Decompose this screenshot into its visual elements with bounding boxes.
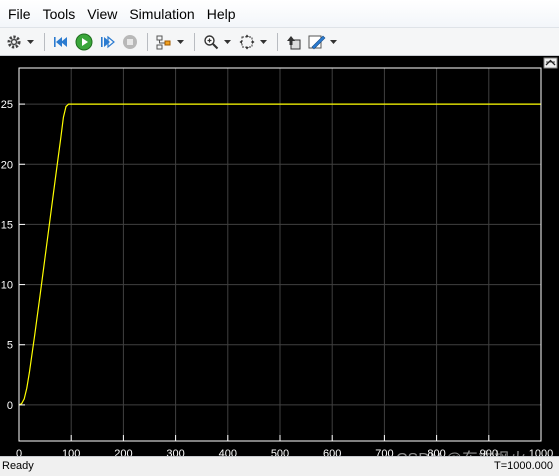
status-text: Ready <box>2 460 34 472</box>
step-forward-icon[interactable] <box>96 31 118 53</box>
style-dropdown-icon[interactable] <box>329 39 338 44</box>
menu-bar: File Tools View Simulation Help <box>0 0 559 28</box>
gear-dropdown-icon[interactable] <box>26 39 35 44</box>
zoom-icon[interactable] <box>200 31 222 53</box>
toolbar-separator <box>44 32 45 51</box>
y-tick-label: 5 <box>7 340 13 352</box>
rewind-icon[interactable] <box>50 31 72 53</box>
y-tick-label: 25 <box>1 99 13 111</box>
menu-tools[interactable]: Tools <box>37 6 82 22</box>
toolbar-separator <box>277 32 278 51</box>
zoom-dropdown-icon[interactable] <box>223 39 232 44</box>
menu-help[interactable]: Help <box>201 6 242 22</box>
highlight-icon[interactable] <box>153 31 175 53</box>
y-tick-label: 0 <box>7 400 13 412</box>
expand-icon[interactable] <box>543 57 558 69</box>
scope-plot-area[interactable]: 0 100 200 300 400 500 600 700 800 900 1000 0 5 10 15 20… <box>0 56 559 456</box>
x-tick-label: 900 <box>480 448 498 456</box>
toolbar-separator <box>194 32 195 51</box>
fit-view-dropdown-icon[interactable] <box>259 39 268 44</box>
restore-icon[interactable] <box>283 31 305 53</box>
y-tick-label: 10 <box>1 280 13 292</box>
stop-icon[interactable] <box>119 31 141 53</box>
simulation-time: T=1000.000 <box>493 460 553 472</box>
menu-simulation[interactable]: Simulation <box>123 6 200 22</box>
x-tick-label: 300 <box>166 448 184 456</box>
run-icon[interactable] <box>73 31 95 53</box>
menu-file[interactable]: File <box>2 6 37 22</box>
toolbar <box>0 28 559 56</box>
y-tick-label: 15 <box>1 219 13 231</box>
x-tick-label: 800 <box>427 448 445 456</box>
x-tick-label: 400 <box>219 448 237 456</box>
x-tick-label: 100 <box>62 448 80 456</box>
y-tick-label: 20 <box>1 159 13 171</box>
x-tick-label: 0 <box>16 448 22 456</box>
style-icon[interactable] <box>306 31 328 53</box>
x-tick-label: 1000 <box>529 448 553 456</box>
x-tick-label: 700 <box>375 448 393 456</box>
highlight-dropdown-icon[interactable] <box>176 39 185 44</box>
scope-chart: 0 100 200 300 400 500 600 700 800 900 1000 0 5 10 15 20… <box>0 56 559 456</box>
fit-view-icon[interactable] <box>236 31 258 53</box>
x-tick-label: 600 <box>323 448 341 456</box>
gear-icon[interactable] <box>3 31 25 53</box>
toolbar-separator <box>147 32 148 51</box>
menu-view[interactable]: View <box>81 6 123 22</box>
status-bar: Ready T=1000.000 <box>0 456 559 476</box>
x-tick-label: 200 <box>114 448 132 456</box>
x-tick-label: 500 <box>271 448 289 456</box>
